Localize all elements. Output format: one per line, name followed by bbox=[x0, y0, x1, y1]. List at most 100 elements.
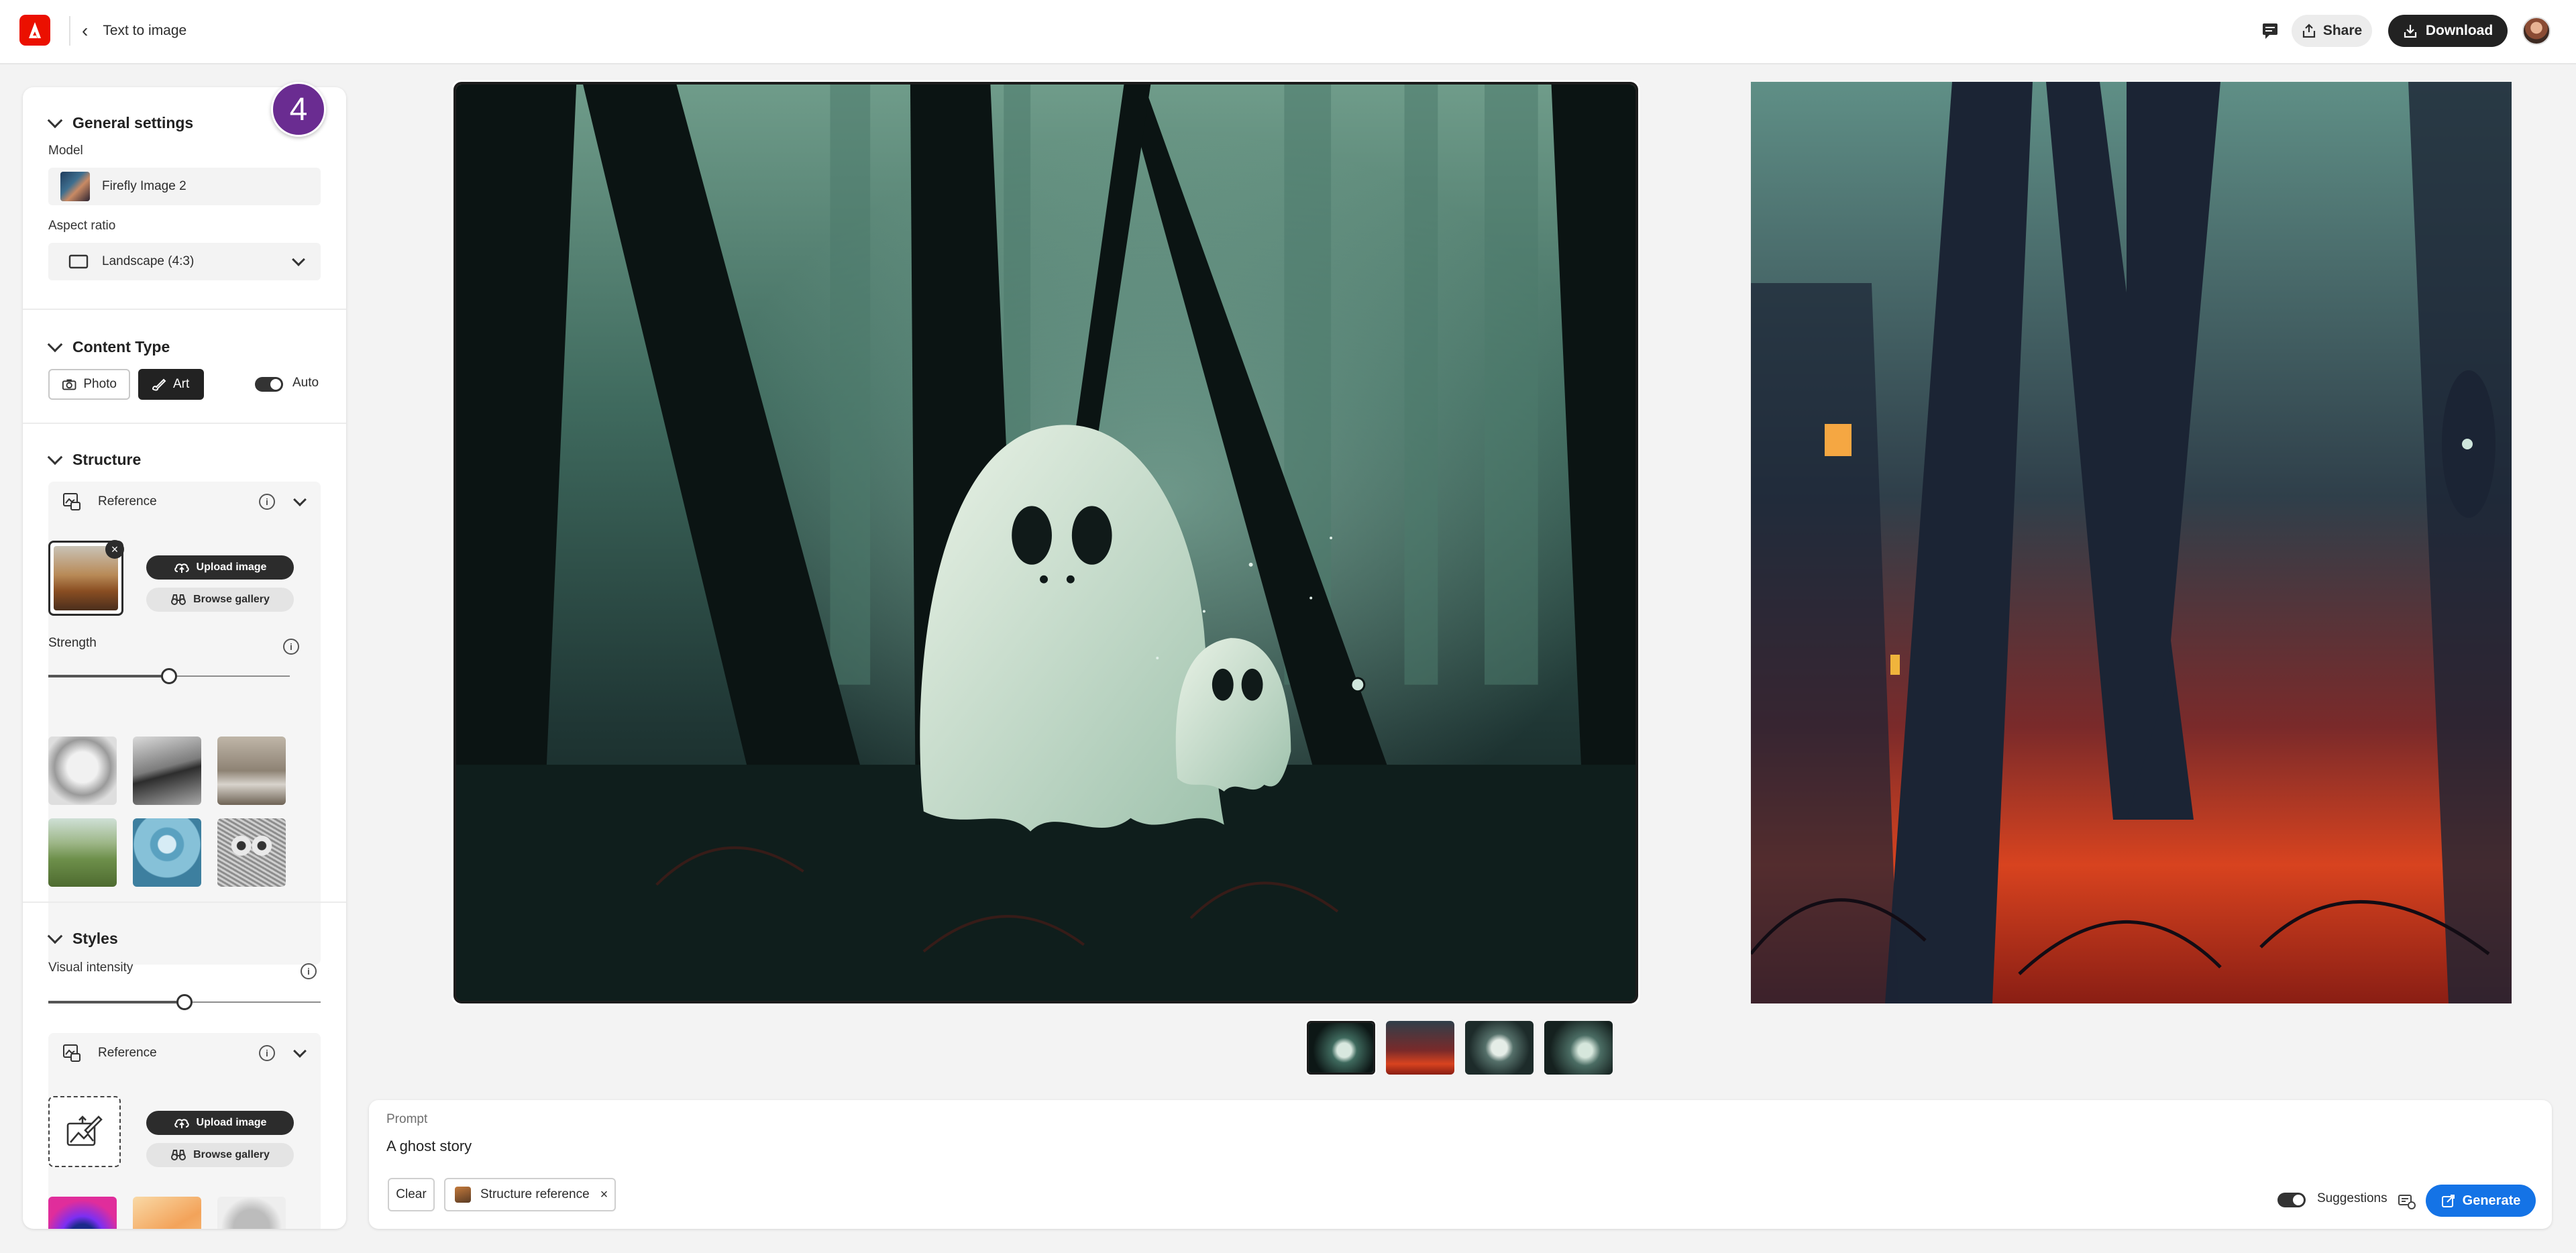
visual-intensity-slider[interactable] bbox=[48, 993, 321, 1012]
landscape-icon bbox=[68, 254, 89, 269]
upload-label: Upload image bbox=[196, 561, 267, 573]
gallery-thumbnail[interactable] bbox=[217, 818, 286, 887]
chevron-left-icon: ‹ bbox=[82, 20, 89, 41]
gallery-thumbnail[interactable] bbox=[48, 818, 117, 887]
adobe-logo-icon bbox=[29, 22, 41, 38]
style-upload-image-button[interactable]: Upload image bbox=[146, 1111, 294, 1135]
gallery-thumbnail[interactable] bbox=[133, 737, 201, 805]
general-settings-header[interactable]: General settings bbox=[47, 112, 194, 132]
style-gallery-thumbnail[interactable] bbox=[217, 1197, 286, 1229]
strength-slider[interactable] bbox=[48, 667, 290, 686]
structure-reference-card: Reference i × Upload image Browse galler… bbox=[48, 482, 321, 965]
structure-reference-thumbnail[interactable]: × bbox=[48, 540, 124, 616]
variation-thumbnail-4[interactable] bbox=[1544, 1021, 1613, 1075]
prompt-label: Prompt bbox=[386, 1112, 428, 1126]
brush-icon bbox=[152, 378, 166, 391]
strength-label: Strength bbox=[48, 636, 97, 650]
info-icon[interactable]: i bbox=[259, 494, 275, 510]
art-label: Art bbox=[173, 377, 190, 391]
suggestions-toggle[interactable] bbox=[2277, 1193, 2306, 1207]
avatar[interactable] bbox=[2522, 17, 2551, 45]
divider bbox=[23, 423, 346, 424]
haunted-forest-illustration bbox=[1751, 82, 2512, 1003]
prompt-input[interactable]: A ghost story bbox=[386, 1138, 472, 1155]
chip-label: Structure reference bbox=[480, 1187, 590, 1201]
model-value: Firefly Image 2 bbox=[102, 179, 186, 193]
content-type-art-button[interactable]: Art bbox=[138, 369, 204, 400]
variation-thumbnail-1[interactable] bbox=[1307, 1021, 1375, 1075]
style-upload-dropzone[interactable] bbox=[48, 1096, 121, 1167]
share-label: Share bbox=[2322, 23, 2363, 38]
gallery-thumbnail[interactable] bbox=[48, 737, 117, 805]
content-type-title: Content Type bbox=[72, 338, 170, 356]
share-button[interactable]: Share bbox=[2292, 15, 2372, 47]
generated-image-next[interactable] bbox=[1751, 82, 2512, 1003]
camera-icon bbox=[62, 379, 76, 390]
auto-toggle[interactable] bbox=[255, 377, 283, 392]
info-icon[interactable]: i bbox=[259, 1045, 275, 1061]
download-label: Download bbox=[2425, 23, 2493, 38]
step-badge: 4 bbox=[271, 82, 326, 137]
divider bbox=[23, 309, 346, 310]
prompt-bar: Prompt A ghost story Clear Structure ref… bbox=[369, 1100, 2552, 1229]
style-gallery-thumbnail[interactable] bbox=[48, 1197, 117, 1229]
structure-reference-label: Reference bbox=[98, 494, 157, 508]
content-type-photo-button[interactable]: Photo bbox=[48, 369, 130, 400]
model-select[interactable]: Firefly Image 2 bbox=[48, 168, 321, 205]
structure-reference-row[interactable]: Reference i bbox=[48, 482, 321, 522]
adobe-logo[interactable] bbox=[19, 15, 50, 46]
style-reference-label: Reference bbox=[98, 1046, 157, 1060]
aspect-ratio-select[interactable]: Landscape (4:3) bbox=[48, 243, 321, 280]
auto-label: Auto bbox=[292, 376, 319, 390]
gallery-thumbnail[interactable] bbox=[133, 818, 201, 887]
chevron-down-icon[interactable] bbox=[293, 493, 307, 506]
chevron-down-icon[interactable] bbox=[293, 1044, 307, 1058]
generate-button[interactable]: Generate bbox=[2426, 1185, 2536, 1217]
generated-image-selected[interactable] bbox=[453, 82, 1638, 1003]
browse-label: Browse gallery bbox=[193, 1149, 270, 1160]
top-divider bbox=[69, 16, 70, 46]
structure-reference-chip[interactable]: Structure reference × bbox=[444, 1178, 616, 1211]
variation-thumbnail-3[interactable] bbox=[1465, 1021, 1534, 1075]
variation-thumbnail-2[interactable] bbox=[1386, 1021, 1454, 1075]
structure-upload-image-button[interactable]: Upload image bbox=[146, 555, 294, 580]
close-icon[interactable]: × bbox=[600, 1187, 608, 1203]
aspect-ratio-label: Aspect ratio bbox=[48, 219, 116, 233]
image-upload-icon bbox=[66, 1115, 103, 1146]
share-icon bbox=[2302, 23, 2315, 38]
back-link[interactable]: ‹ Text to image bbox=[82, 17, 186, 44]
slider-thumb[interactable] bbox=[161, 668, 177, 684]
gallery-thumbnail[interactable] bbox=[217, 737, 286, 805]
download-button[interactable]: Download bbox=[2388, 15, 2508, 47]
browse-label: Browse gallery bbox=[193, 594, 270, 605]
close-icon[interactable]: × bbox=[105, 540, 124, 559]
slider-thumb[interactable] bbox=[176, 994, 193, 1010]
suggestions-settings-icon[interactable] bbox=[2398, 1193, 2416, 1210]
styles-header[interactable]: Styles bbox=[47, 928, 118, 948]
style-reference-row[interactable]: Reference i bbox=[48, 1033, 321, 1073]
chevron-down-icon bbox=[292, 253, 305, 266]
clear-button[interactable]: Clear bbox=[388, 1178, 435, 1211]
general-settings-title: General settings bbox=[72, 114, 194, 131]
reference-icon bbox=[63, 493, 80, 510]
structure-browse-gallery-button[interactable]: Browse gallery bbox=[146, 588, 294, 612]
chevron-down-icon bbox=[47, 449, 63, 465]
content-type-header[interactable]: Content Type bbox=[47, 336, 170, 356]
feedback-icon[interactable] bbox=[2259, 20, 2281, 42]
model-thumbnail bbox=[60, 172, 90, 201]
slider-fill bbox=[48, 1001, 184, 1003]
back-link-label: Text to image bbox=[103, 23, 187, 38]
reference-icon bbox=[63, 1044, 80, 1062]
chevron-down-icon bbox=[47, 112, 63, 128]
info-icon[interactable]: i bbox=[283, 639, 299, 655]
style-gallery-thumbnail[interactable] bbox=[133, 1197, 201, 1229]
settings-panel: General settings Model Firefly Image 2 A… bbox=[23, 87, 346, 1229]
ghost-forest-illustration bbox=[456, 85, 1635, 1001]
style-browse-gallery-button[interactable]: Browse gallery bbox=[146, 1143, 294, 1167]
info-icon[interactable]: i bbox=[301, 963, 317, 979]
upload-label: Upload image bbox=[196, 1117, 267, 1128]
structure-header[interactable]: Structure bbox=[47, 449, 142, 469]
chevron-down-icon bbox=[47, 928, 63, 944]
structure-title: Structure bbox=[72, 451, 142, 468]
upload-icon bbox=[174, 1119, 189, 1128]
